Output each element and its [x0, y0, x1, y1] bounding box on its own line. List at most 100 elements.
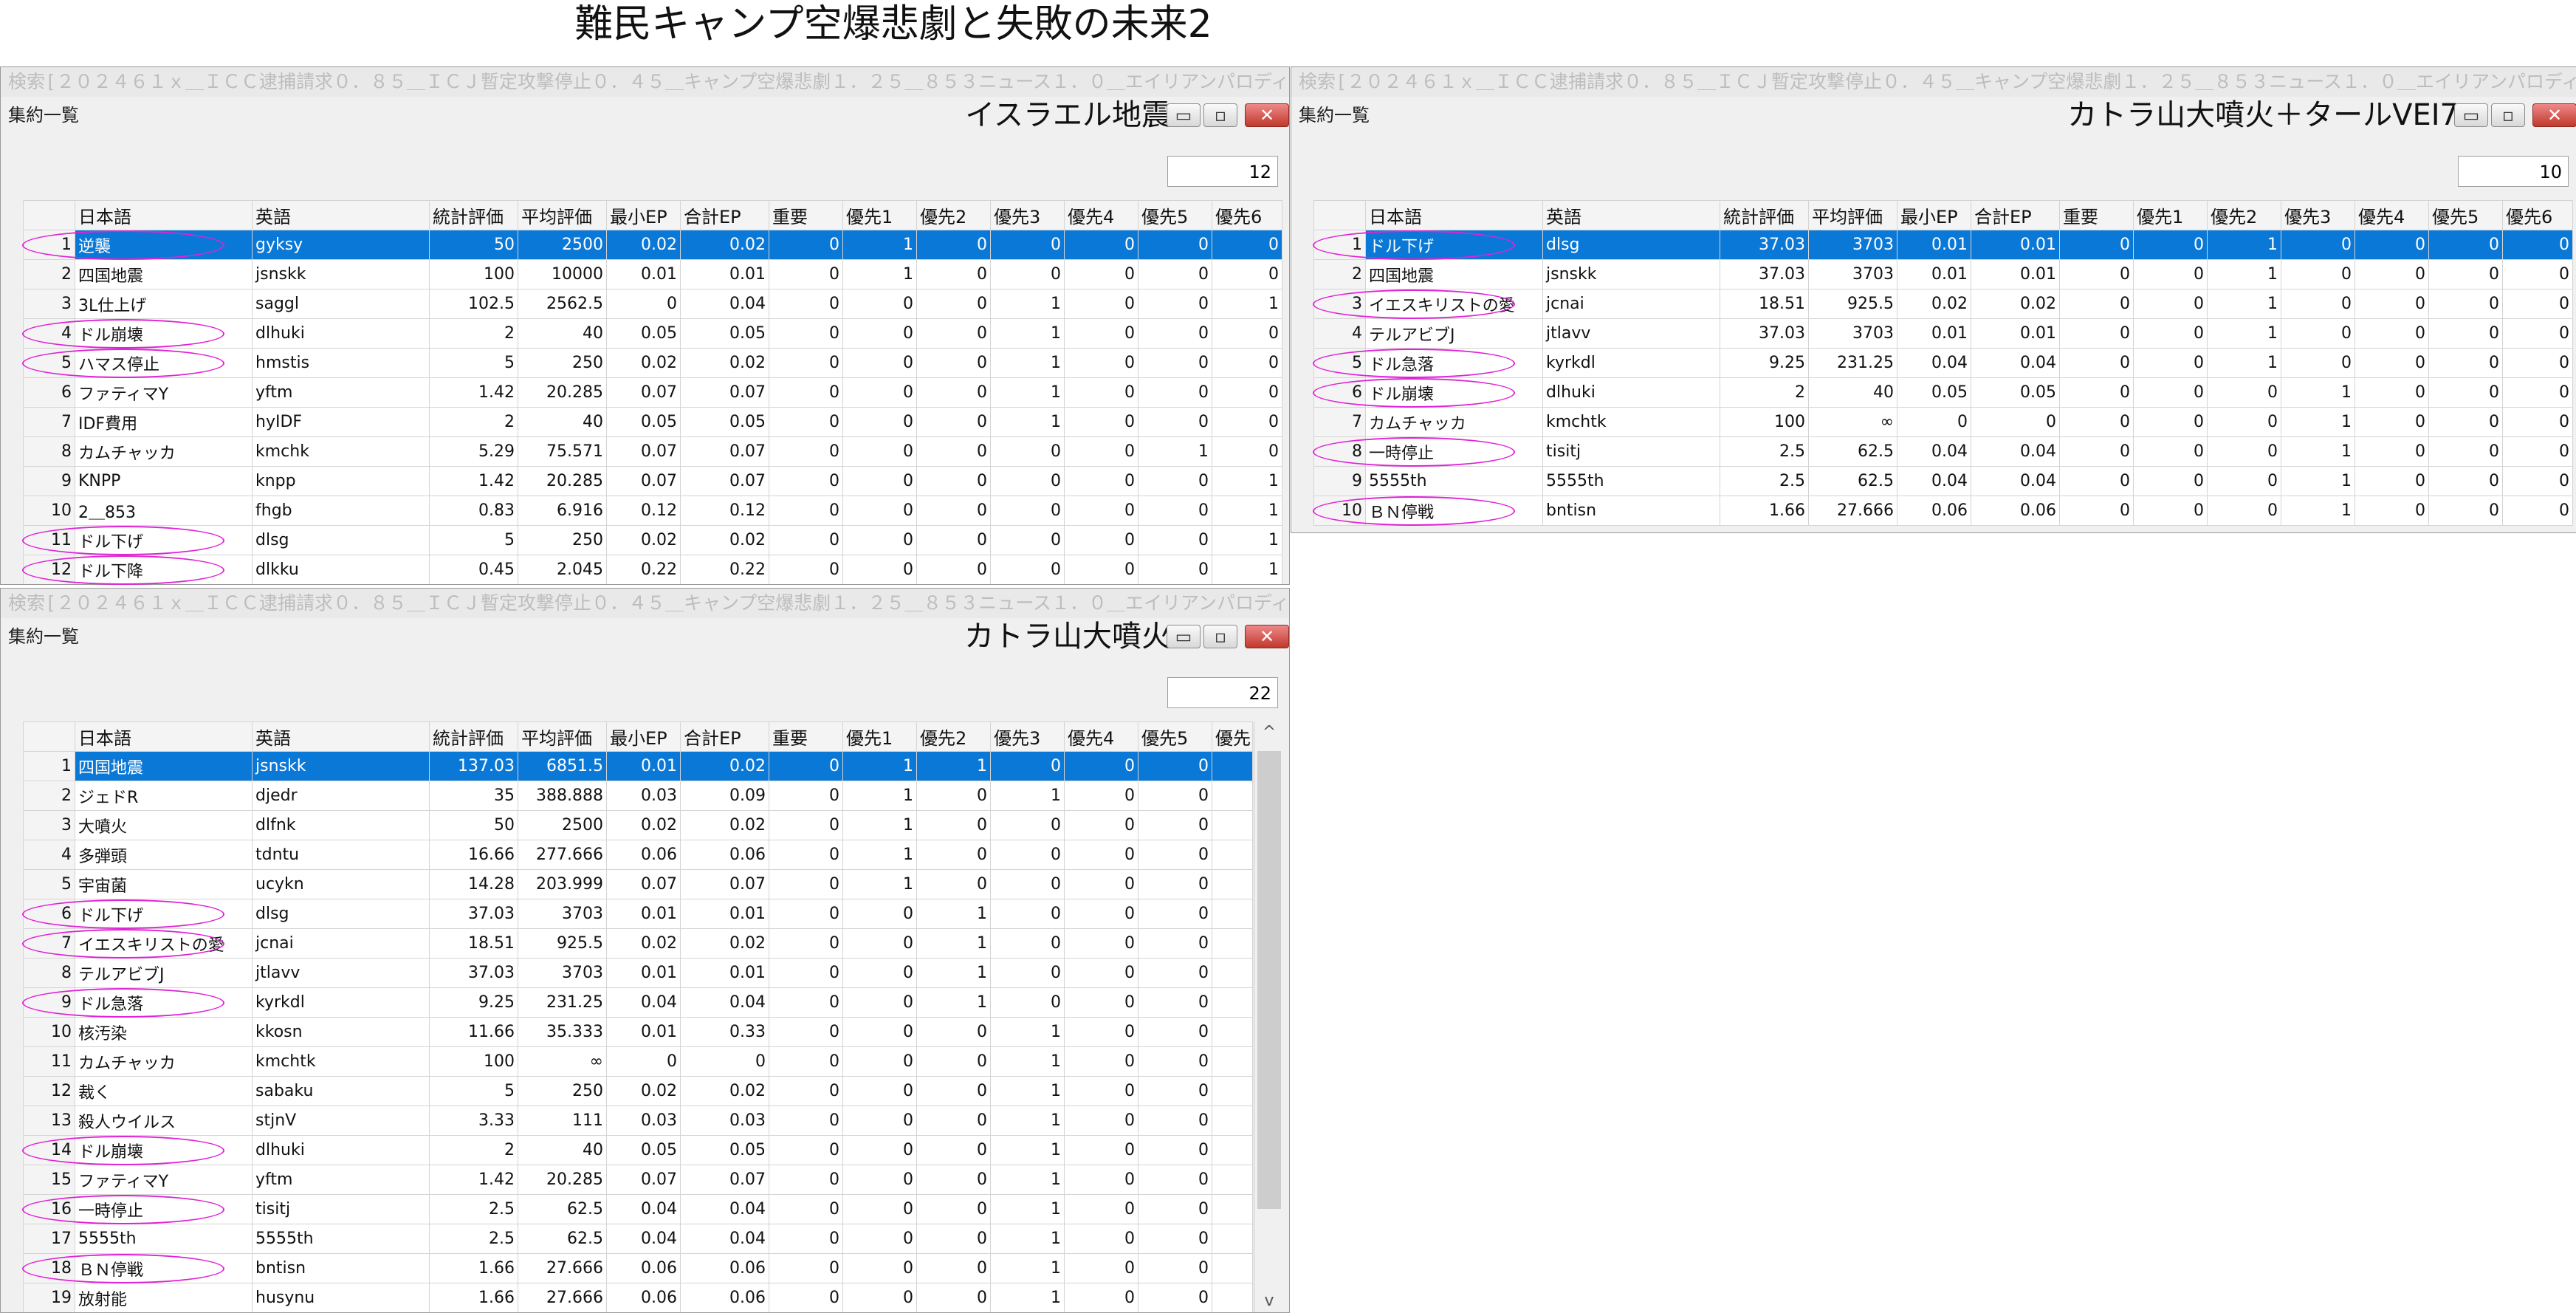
column-header[interactable]: 優先2 — [916, 200, 991, 230]
scroll-down-arrow-icon[interactable]: v — [1254, 1290, 1284, 1312]
close-button[interactable]: ✕ — [1245, 625, 1289, 648]
column-header[interactable]: 最小EP — [606, 721, 681, 752]
table-row[interactable]: 1 四国地震 jsnskk 137.03 6851.5 0.01 0.02 0 1 1 0 0 0 — [23, 751, 1253, 781]
table-row[interactable]: 4 ドル崩壊 dlhuki 2 40 0.05 0.05 0 0 0 1 0 0 0 — [23, 318, 1282, 349]
table-row[interactable]: 4 テルアビブJ jtlavv 37.03 3703 0.01 0.01 0 0 1 0 0 0 0 — [1313, 318, 2573, 349]
scroll-thumb[interactable] — [1257, 751, 1281, 1209]
table-cell: yftm — [252, 377, 430, 408]
column-header[interactable]: 優先6 — [2502, 200, 2573, 230]
column-header[interactable]: 重要 — [769, 200, 843, 230]
table-row[interactable]: 11 ドル下げ dlsg 5 250 0.02 0.02 0 0 0 0 0 0 1 — [23, 525, 1282, 555]
table-row[interactable]: 3 イエスキリストの愛 jcnai 18.51 925.5 0.02 0.02 0 0 1 0 0 0 0 — [1313, 289, 2573, 319]
column-header[interactable]: 合計EP — [1971, 200, 2060, 230]
column-header[interactable]: 優先3 — [990, 721, 1065, 752]
column-header[interactable]: 優先5 — [1138, 200, 1212, 230]
table-row[interactable]: 9 5555th 5555th 2.5 62.5 0.04 0.04 0 0 0 1 0 0 0 — [1313, 466, 2573, 496]
minimize-button[interactable]: ▭ — [1167, 625, 1201, 648]
column-header[interactable]: 優先3 — [990, 200, 1065, 230]
column-header[interactable]: 日本語 — [1365, 200, 1543, 230]
column-header[interactable]: 平均評価 — [1808, 200, 1897, 230]
table-row[interactable]: 6 ドル崩壊 dlhuki 2 40 0.05 0.05 0 0 0 1 0 0 0 — [1313, 377, 2573, 408]
column-header[interactable]: 統計評価 — [1720, 200, 1809, 230]
table-row[interactable]: 4 多弾頭 tdntu 16.66 277.666 0.06 0.06 0 1 0 0 0 0 — [23, 840, 1253, 870]
table-row[interactable]: 9 KNPP knpp 1.42 20.285 0.07 0.07 0 0 0 0 0 0 1 — [23, 466, 1282, 496]
column-header[interactable] — [1313, 200, 1366, 230]
close-button[interactable]: ✕ — [1245, 103, 1289, 127]
table-row[interactable]: 8 カムチャッカ kmchk 5.29 75.571 0.07 0.07 0 0 0 0 0 1 0 — [23, 436, 1282, 467]
table-row[interactable]: 10 ＢＮ停戦 bntisn 1.66 27.666 0.06 0.06 0 0 0 1 0 0 0 — [1313, 496, 2573, 526]
table-row[interactable]: 7 IDF費用 hyIDF 2 40 0.05 0.05 0 0 0 1 0 0 0 — [23, 407, 1282, 437]
close-button[interactable]: ✕ — [2532, 103, 2576, 127]
table-row[interactable]: 12 裁く sabaku 5 250 0.02 0.02 0 0 0 1 0 0 — [23, 1076, 1253, 1106]
column-header[interactable]: 平均評価 — [518, 200, 607, 230]
column-header[interactable]: 優先3 — [2281, 200, 2355, 230]
column-header[interactable]: 優先4 — [1064, 721, 1138, 752]
table-row[interactable]: 8 一時停止 tisitj 2.5 62.5 0.04 0.04 0 0 0 1 0 0 0 — [1313, 436, 2573, 467]
table-row[interactable]: 1 逆襲 gyksy 50 2500 0.02 0.02 0 1 0 0 0 0 0 — [23, 230, 1282, 260]
table-row[interactable]: 14 ドル崩壊 dlhuki 2 40 0.05 0.05 0 0 0 1 0 0 — [23, 1135, 1253, 1165]
column-header[interactable]: 英語 — [1542, 200, 1720, 230]
table-row[interactable]: 5 ハマス停止 hmstis 5 250 0.02 0.02 0 0 0 1 0 0 0 — [23, 348, 1282, 378]
column-header[interactable]: 優先 — [1212, 721, 1253, 752]
column-header[interactable]: 合計EP — [680, 721, 769, 752]
table-row[interactable]: 2 四国地震 jsnskk 37.03 3703 0.01 0.01 0 0 1 0 0 0 0 — [1313, 259, 2573, 289]
table-row[interactable]: 10 2＿853 fhgb 0.83 6.916 0.12 0.12 0 0 0 0 0 0 1 — [23, 496, 1282, 526]
table-row[interactable]: 3 3L仕上げ saggl 102.5 2562.5 0 0.04 0 0 0 1 0 0 1 — [23, 289, 1282, 319]
table-row[interactable]: 16 一時停止 tisitj 2.5 62.5 0.04 0.04 0 0 0 1 0 0 — [23, 1194, 1253, 1224]
table-row[interactable]: 6 ドル下げ dlsg 37.03 3703 0.01 0.01 0 0 1 0 0 0 — [23, 899, 1253, 929]
table-row[interactable]: 8 テルアビブJ jtlavv 37.03 3703 0.01 0.01 0 0 1 0 0 0 — [23, 958, 1253, 988]
column-header[interactable]: 英語 — [252, 721, 430, 752]
column-header[interactable]: 優先1 — [842, 200, 917, 230]
table-row[interactable]: 5 ドル急落 kyrkdl 9.25 231.25 0.04 0.04 0 0 1 0 0 0 0 — [1313, 348, 2573, 378]
table-row[interactable]: 11 カムチャッカ kmchtk 100 ∞ 0 0 0 0 0 1 0 0 — [23, 1046, 1253, 1077]
table-row[interactable]: 9 ドル急落 kyrkdl 9.25 231.25 0.04 0.04 0 0 1 0 0 0 — [23, 987, 1253, 1018]
scroll-up-arrow-icon[interactable]: ^ — [1254, 721, 1284, 744]
table-row[interactable]: 12 ドル下降 dlkku 0.45 2.045 0.22 0.22 0 0 0 0 0 0 1 — [23, 555, 1282, 584]
column-header[interactable]: 優先2 — [916, 721, 991, 752]
maximize-button[interactable]: ▫ — [1203, 625, 1237, 648]
column-header[interactable]: 優先1 — [842, 721, 917, 752]
column-header[interactable]: 優先4 — [1064, 200, 1138, 230]
column-header[interactable]: 優先4 — [2355, 200, 2429, 230]
column-header[interactable]: 最小EP — [606, 200, 681, 230]
table-row[interactable]: 5 宇宙菌 ucykn 14.28 203.999 0.07 0.07 0 1 0 0 0 0 — [23, 869, 1253, 899]
column-header[interactable]: 最小EP — [1897, 200, 1971, 230]
table-row[interactable]: 17 5555th 5555th 2.5 62.5 0.04 0.04 0 0 0 1 0 0 — [23, 1224, 1253, 1254]
column-header[interactable]: 統計評価 — [429, 721, 518, 752]
column-header[interactable]: 優先1 — [2133, 200, 2208, 230]
maximize-button[interactable]: ▫ — [2491, 103, 2525, 127]
table-row[interactable]: 2 ジェドR djedr 35 388.888 0.03 0.09 0 1 0 1 0 0 — [23, 781, 1253, 811]
column-header[interactable]: 優先2 — [2207, 200, 2281, 230]
column-header[interactable]: 重要 — [2059, 200, 2134, 230]
column-header[interactable]: 日本語 — [75, 721, 253, 752]
vertical-scrollbar[interactable]: ^ v — [1254, 721, 1284, 1312]
maximize-button[interactable]: ▫ — [1203, 103, 1237, 127]
column-header[interactable]: 合計EP — [680, 200, 769, 230]
column-header[interactable]: 統計評価 — [429, 200, 518, 230]
table-row[interactable]: 18 ＢＮ停戦 bntisn 1.66 27.666 0.06 0.06 0 0 0 1 0 0 — [23, 1253, 1253, 1283]
table-row[interactable]: 15 ファティマY yftm 1.42 20.285 0.07 0.07 0 0 0 1 0 0 — [23, 1165, 1253, 1195]
column-header[interactable]: 優先6 — [1212, 200, 1282, 230]
table-row[interactable]: 7 イエスキリストの愛 jcnai 18.51 925.5 0.02 0.02 0 0 1 0 0 0 — [23, 928, 1253, 959]
column-header[interactable]: 英語 — [252, 200, 430, 230]
search-field[interactable]: 検索[２０２４６１ｘ＿ＩＣＣ逮捕請求０．８５＿ＩＣＪ暫定攻撃停止０．４５＿キャン… — [1, 589, 1289, 619]
table-row[interactable]: 7 カムチャッカ kmchtk 100 ∞ 0 0 0 0 0 1 0 0 0 — [1313, 407, 2573, 437]
column-header[interactable]: 優先5 — [1138, 721, 1212, 752]
table-row[interactable]: 19 放射能 husynu 1.66 27.666 0.06 0.06 0 0 0 1 0 0 — [23, 1283, 1253, 1312]
table-row[interactable]: 6 ファティマY yftm 1.42 20.285 0.07 0.07 0 0 0 1 0 0 0 — [23, 377, 1282, 408]
column-header[interactable]: 優先5 — [2428, 200, 2503, 230]
table-row[interactable]: 3 大噴火 dlfnk 50 2500 0.02 0.02 0 1 0 0 0 0 — [23, 810, 1253, 840]
table-row[interactable]: 10 核汚染 kkosn 11.66 35.333 0.01 0.33 0 0 0 1 0 0 — [23, 1017, 1253, 1047]
column-header[interactable] — [23, 721, 75, 752]
column-header[interactable]: 日本語 — [75, 200, 253, 230]
table-row[interactable]: 2 四国地震 jsnskk 100 10000 0.01 0.01 0 1 0 0 0 0 0 — [23, 259, 1282, 289]
column-header[interactable] — [23, 200, 75, 230]
search-field[interactable]: 検索[２０２４６１ｘ＿ＩＣＣ逮捕請求０．８５＿ＩＣＪ暫定攻撃停止０．４５＿キャン… — [1, 67, 1289, 97]
column-header[interactable]: 重要 — [769, 721, 843, 752]
minimize-button[interactable]: ▭ — [2454, 103, 2488, 127]
column-header[interactable]: 平均評価 — [518, 721, 607, 752]
table-row[interactable]: 13 殺人ウイルス stjnV 3.33 111 0.03 0.03 0 0 0 1 0 0 — [23, 1105, 1253, 1136]
table-row[interactable]: 1 ドル下げ dlsg 37.03 3703 0.01 0.01 0 0 1 0 0 0 0 — [1313, 230, 2573, 260]
minimize-button[interactable]: ▭ — [1167, 103, 1201, 127]
search-field[interactable]: 検索[２０２４６１ｘ＿ＩＣＣ逮捕請求０．８５＿ＩＣＪ暫定攻撃停止０．４５＿キャン… — [1291, 67, 2576, 97]
